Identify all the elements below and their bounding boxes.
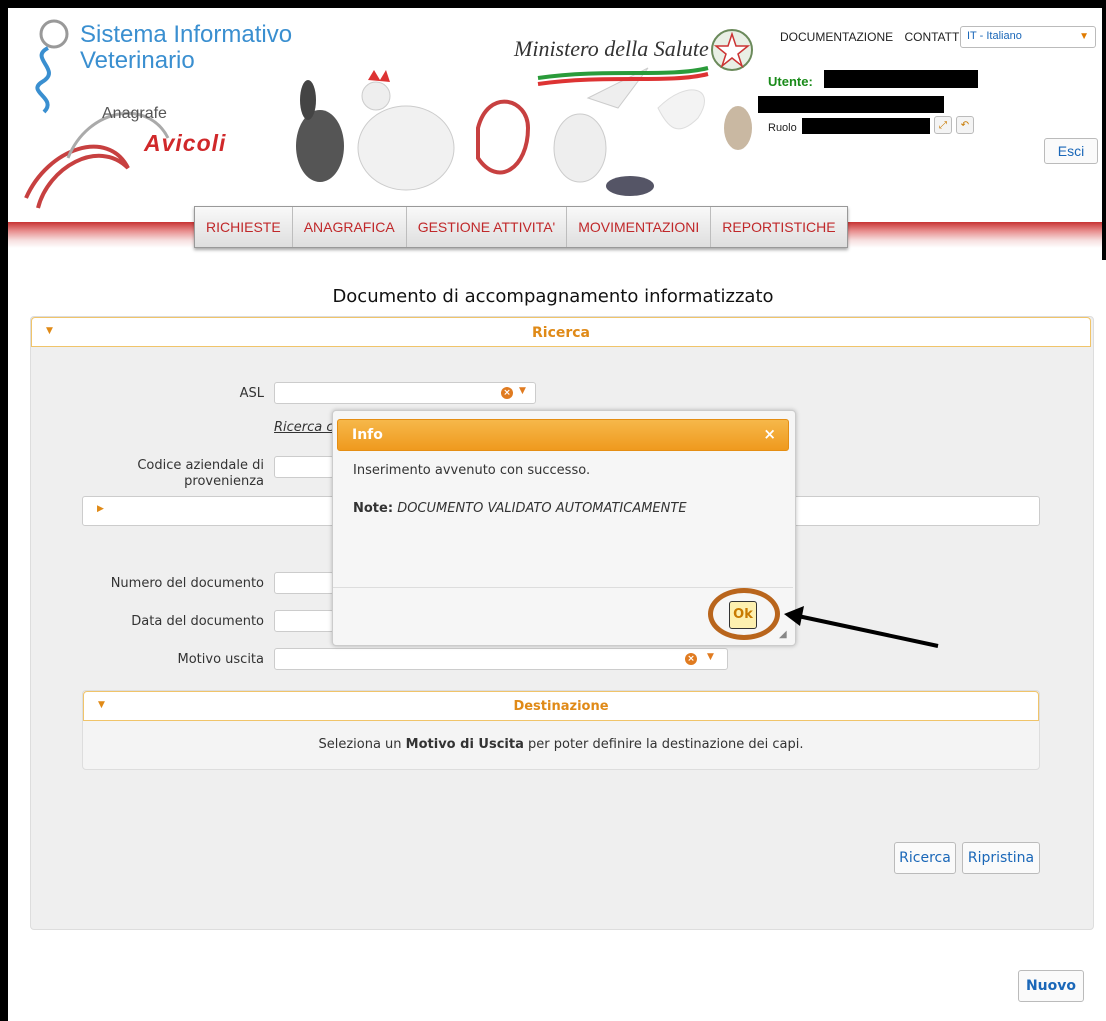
dialog-note-label: Note: <box>353 501 394 516</box>
redacted-user <box>824 70 978 88</box>
data-documento-input[interactable] <box>274 610 334 632</box>
asl-select[interactable]: × ▼ <box>274 382 536 404</box>
numero-documento-input[interactable] <box>274 572 334 594</box>
nav-movimentazioni[interactable]: MOVIMENTAZIONI <box>567 207 712 247</box>
user-label: Utente: <box>768 74 813 89</box>
role-label: Ruolo <box>768 122 797 134</box>
destination-title: Destinazione <box>513 699 609 714</box>
frame-top <box>0 0 1106 8</box>
destination-message-bold: Motivo di Uscita <box>405 737 524 752</box>
destination-panel-header[interactable]: ▼ Destinazione <box>83 691 1039 721</box>
ricerca-link[interactable]: Ricerca c <box>274 420 334 435</box>
reset-button[interactable]: Ripristina <box>962 842 1040 874</box>
destination-panel: ▼ Destinazione Seleziona un Motivo di Us… <box>82 690 1040 770</box>
annotation-arrow-icon <box>784 606 939 648</box>
nav-reportistiche[interactable]: REPORTISTICHE <box>711 207 846 247</box>
chevron-down-icon[interactable]: ▼ <box>519 386 526 396</box>
annotation-circle <box>708 588 780 640</box>
destination-message: Seleziona un Motivo di Uscita per poter … <box>83 737 1039 752</box>
motivo-uscita-label: Motivo uscita <box>177 652 265 667</box>
language-select-value: IT - Italiano <box>967 30 1022 42</box>
language-select[interactable]: IT - Italiano ▼ <box>960 26 1096 48</box>
app-brand: Avicoli <box>144 130 227 156</box>
dialog-note: Note: DOCUMENTO VALIDATO AUTOMATICAMENTE <box>353 501 687 516</box>
asl-label: ASL <box>239 386 264 401</box>
frame-right <box>1102 0 1106 260</box>
undo-icon[interactable]: ↶ <box>956 116 974 134</box>
destination-message-post: per poter definire la destinazione dei c… <box>523 737 804 752</box>
ministry-logo: Ministero della Salute <box>514 36 709 61</box>
expand-triangle-icon: ▶ <box>97 504 104 514</box>
republic-emblem-icon <box>711 29 753 71</box>
new-button[interactable]: Nuovo <box>1018 970 1084 1002</box>
codice-label-line2: provenienza <box>184 474 264 489</box>
redacted-user-extra <box>758 96 944 113</box>
codice-label-line1: Codice aziendale di <box>137 458 264 473</box>
dialog-titlebar[interactable]: Info × <box>337 419 789 451</box>
expand-icon[interactable]: ⤢ <box>934 116 952 134</box>
logout-button[interactable]: Esci <box>1044 138 1098 164</box>
chevron-down-icon[interactable]: ▼ <box>707 652 714 662</box>
dialog-message: Inserimento avvenuto con successo. <box>353 463 591 478</box>
close-icon[interactable]: × <box>763 425 776 443</box>
data-documento-label: Data del documento <box>131 614 264 629</box>
search-panel-header[interactable]: ▼ Ricerca <box>31 317 1091 347</box>
top-links: DOCUMENTAZIONE CONTATTI <box>780 30 971 44</box>
numero-documento-label: Numero del documento <box>110 576 264 591</box>
frame-left <box>0 0 8 1021</box>
dialog-title: Info <box>352 427 383 443</box>
link-contatti[interactable]: CONTATTI <box>904 30 962 44</box>
main-nav: RICHIESTE ANAGRAFICA GESTIONE ATTIVITA' … <box>194 206 848 248</box>
redacted-role <box>802 118 930 134</box>
clear-icon[interactable]: × <box>685 653 697 665</box>
dialog-separator <box>333 587 793 588</box>
motivo-uscita-select[interactable]: × ▼ <box>274 648 728 670</box>
link-documentazione[interactable]: DOCUMENTAZIONE <box>780 30 893 44</box>
chevron-down-icon: ▼ <box>1079 31 1089 42</box>
codice-aziendale-label: Codice aziendale di provenienza <box>100 458 264 490</box>
nav-gestione-attivita[interactable]: GESTIONE ATTIVITA' <box>407 207 568 247</box>
codice-aziendale-input[interactable] <box>274 456 334 478</box>
search-panel-title: Ricerca <box>531 325 591 341</box>
clear-icon[interactable]: × <box>501 387 513 399</box>
app-title-line1: Sistema Informativo <box>80 21 293 48</box>
app-title: Sistema Informativo Veterinario <box>80 22 292 74</box>
app-title-line2: Veterinario <box>80 47 195 74</box>
app-subtitle: Anagrafe <box>102 105 167 122</box>
page-title: Documento di accompagnamento informatizz… <box>332 286 774 307</box>
search-button[interactable]: Ricerca <box>894 842 956 874</box>
dialog-note-value: DOCUMENTO VALIDATO AUTOMATICAMENTE <box>397 501 687 516</box>
nav-richieste[interactable]: RICHIESTE <box>195 207 293 247</box>
nav-anagrafica[interactable]: ANAGRAFICA <box>293 207 407 247</box>
destination-message-pre: Seleziona un <box>318 737 406 752</box>
